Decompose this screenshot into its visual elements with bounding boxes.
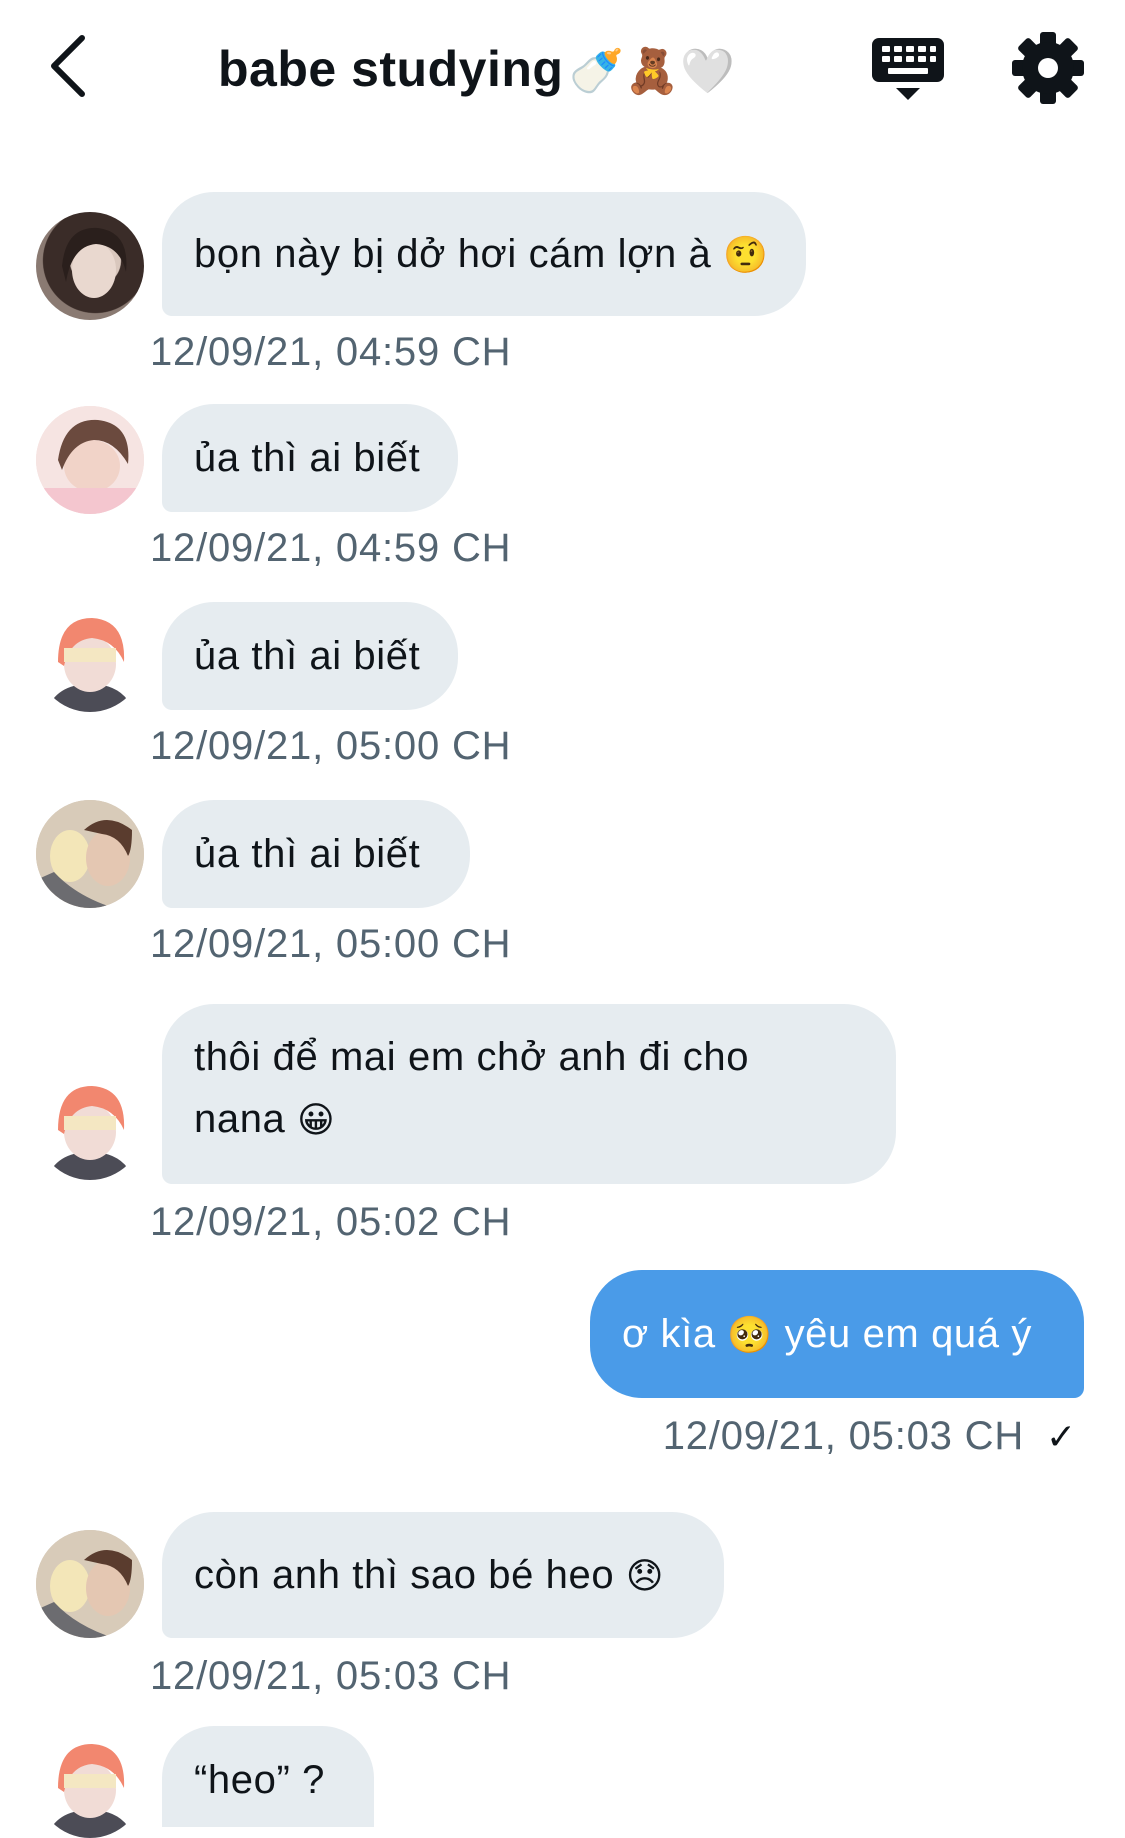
- read-check-icon: ✓: [1046, 1416, 1077, 1457]
- avatar[interactable]: [36, 406, 144, 514]
- message-bubble[interactable]: còn anh thì sao bé heo 😞: [162, 1512, 724, 1638]
- message-bubble-sent[interactable]: ơ kìa 🥺 yêu em quá ý: [590, 1270, 1084, 1398]
- message-timestamp: 12/09/21, 04:59 CH: [150, 330, 512, 374]
- gear-icon: [1012, 32, 1084, 104]
- avatar[interactable]: [36, 1072, 144, 1180]
- message-text: ủa thì ai biết: [194, 436, 421, 480]
- profile-photo-icon: [62, 227, 127, 298]
- message-text: “heo” ?: [194, 1758, 325, 1802]
- emoji: 🥺: [727, 1314, 773, 1355]
- keyboard-icon: [872, 38, 944, 100]
- title-emoji: 🍼🧸🤍: [569, 47, 736, 96]
- conversation-title: babe studying 🍼🧸🤍: [218, 40, 735, 98]
- message-bubble[interactable]: ủa thì ai biết: [162, 602, 458, 710]
- message-timestamp: 12/09/21, 05:00 CH: [150, 724, 512, 768]
- settings-button[interactable]: [1010, 30, 1086, 106]
- message-text: ủa thì ai biết: [194, 634, 421, 678]
- message-bubble[interactable]: “heo” ?: [162, 1726, 374, 1827]
- emoji: 🤨: [723, 234, 769, 275]
- message-text: còn anh thì sao bé heo: [194, 1553, 615, 1597]
- keyboard-button[interactable]: [868, 32, 948, 104]
- message-text: ủa thì ai biết: [194, 832, 421, 876]
- message-text-line: thôi để mai em chở anh đi cho: [194, 1035, 750, 1079]
- message-timestamp: 12/09/21, 04:59 CH: [150, 526, 512, 570]
- message-timestamp: 12/09/21, 05:03 CH: [150, 1654, 512, 1698]
- message-text: nana: [194, 1097, 286, 1141]
- message-timestamp: 12/09/21, 05:00 CH: [150, 922, 512, 966]
- profile-photo-icon: [36, 800, 144, 908]
- emoji: 😞: [625, 1555, 665, 1596]
- profile-photo-icon: [36, 1072, 144, 1180]
- message-text: yêu em quá ý: [784, 1312, 1032, 1356]
- message-timestamp: 12/09/21, 05:03 CH ✓: [663, 1414, 1077, 1459]
- profile-photo-icon: [36, 1730, 144, 1838]
- message-timestamp: 12/09/21, 05:02 CH: [150, 1200, 512, 1244]
- conversation-title-text: babe studying: [218, 41, 564, 97]
- avatar[interactable]: [36, 800, 144, 908]
- message-bubble[interactable]: ủa thì ai biết: [162, 404, 458, 512]
- message-bubble[interactable]: thôi để mai em chở anh đi cho nana 😀: [162, 1004, 896, 1184]
- timestamp-text: 12/09/21, 05:03 CH: [662, 1414, 1025, 1458]
- profile-photo-icon: [36, 1530, 144, 1638]
- profile-photo-icon: [36, 604, 144, 712]
- message-bubble[interactable]: ủa thì ai biết: [162, 800, 470, 908]
- message-text: bọn này bị dở hơi cám lợn à: [194, 232, 712, 276]
- avatar[interactable]: [36, 604, 144, 712]
- profile-photo-icon: [36, 406, 144, 514]
- back-button[interactable]: [38, 26, 98, 106]
- message-text: ơ kìa: [622, 1312, 716, 1356]
- message-text-line: nana 😀: [194, 1088, 864, 1151]
- conversation-header: babe studying 🍼🧸🤍: [0, 0, 1125, 140]
- avatar[interactable]: [36, 212, 144, 320]
- emoji: 😀: [297, 1099, 336, 1140]
- message-bubble[interactable]: bọn này bị dở hơi cám lợn à 🤨: [162, 192, 806, 316]
- chevron-left-icon: [51, 35, 85, 97]
- avatar[interactable]: [36, 1730, 144, 1838]
- avatar[interactable]: [36, 1530, 144, 1638]
